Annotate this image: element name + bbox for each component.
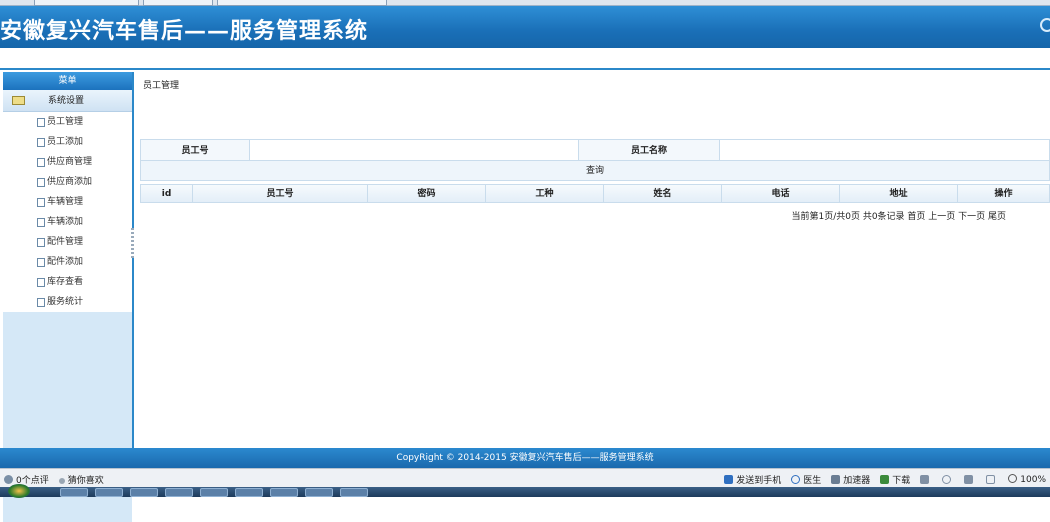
window-icon[interactable] — [964, 475, 974, 484]
column-header: id — [141, 185, 193, 202]
dot-icon — [58, 478, 65, 484]
send-to-phone-label: 发送到手机 — [736, 476, 782, 486]
column-header: 电话 — [722, 185, 840, 202]
sidebar: 菜单 系统设置 员工管理 员工添加 供应商管理 供应商添加 车辆管理 车辆添加 … — [3, 72, 134, 522]
sidebar-item-employee-manage[interactable]: 员工管理 — [3, 112, 132, 132]
zoom-level: 100% — [1020, 475, 1046, 485]
taskbar-app-button[interactable] — [235, 488, 263, 497]
search-form: 员工号 员工名称 查询 id 员工号 密码 工种 姓名 电话 地址 操作 — [140, 139, 1050, 203]
sidebar-item-label: 供应商添加 — [47, 177, 93, 187]
table-header: id 员工号 密码 工种 姓名 电话 地址 操作 — [140, 184, 1050, 203]
guess-item[interactable]: 猜你喜欢 — [58, 473, 104, 486]
download-icon — [880, 475, 890, 484]
document-icon — [37, 298, 45, 307]
translate-icon[interactable] — [920, 475, 930, 484]
document-icon — [37, 118, 45, 127]
sidebar-item-parts-add[interactable]: 配件添加 — [3, 252, 132, 272]
zoom-item[interactable]: 100% — [1008, 474, 1046, 485]
download-item[interactable]: 下载 — [880, 473, 910, 486]
breadcrumb: 员工管理 — [143, 81, 180, 91]
employee-name-input[interactable] — [719, 140, 1049, 160]
sidebar-item-inventory[interactable]: 库存查看 — [3, 272, 132, 292]
accelerator-item[interactable]: 加速器 — [831, 473, 870, 486]
employee-id-input[interactable] — [249, 140, 579, 160]
document-icon — [37, 218, 45, 227]
browser-status-bar: 0个点评 猜你喜欢 发送到手机 医生 加速器 下载 100% — [0, 468, 1050, 487]
sidebar-item-supplier-manage[interactable]: 供应商管理 — [3, 152, 132, 172]
document-icon — [37, 178, 45, 187]
comments-item[interactable]: 0个点评 — [4, 473, 49, 486]
document-icon — [37, 138, 45, 147]
sidebar-item-employee-add[interactable]: 员工添加 — [3, 132, 132, 152]
document-icon — [37, 258, 45, 267]
column-header: 密码 — [368, 185, 486, 202]
folder-icon — [12, 96, 25, 105]
taskbar-app-button[interactable] — [95, 488, 123, 497]
doctor-item[interactable]: 医生 — [791, 473, 821, 486]
menu-title: 菜单 — [3, 72, 132, 90]
phone-icon — [724, 475, 734, 484]
sidebar-group-label: 系统设置 — [48, 96, 85, 106]
query-button[interactable]: 查询 — [140, 161, 1050, 181]
document-icon — [37, 238, 45, 247]
employee-name-label: 员工名称 — [630, 146, 667, 156]
taskbar-app-button[interactable] — [270, 488, 298, 497]
sidebar-item-vehicle-manage[interactable]: 车辆管理 — [3, 192, 132, 212]
browser-icon[interactable] — [942, 475, 952, 484]
search-row: 员工号 员工名称 — [140, 139, 1050, 161]
guess-label: 猜你喜欢 — [67, 476, 104, 486]
comment-icon — [4, 475, 13, 484]
column-header: 员工号 — [193, 185, 368, 202]
magnifier-icon — [1008, 474, 1018, 483]
app-header: 安徽复兴汽车售后——服务管理系统 — [0, 6, 1050, 48]
column-header: 地址 — [840, 185, 958, 202]
footer-copyright: CopyRight © 2014-2015 安徽复兴汽车售后——服务管理系统 — [0, 448, 1050, 468]
sidebar-splitter-handle[interactable] — [131, 228, 134, 258]
taskbar-app-button[interactable] — [200, 488, 228, 497]
column-header: 操作 — [994, 189, 1013, 199]
sidebar-item-parts-manage[interactable]: 配件管理 — [3, 232, 132, 252]
document-icon — [37, 198, 45, 207]
power-icon[interactable] — [1040, 18, 1050, 32]
column-header: 姓名 — [604, 185, 722, 202]
employee-id-label: 员工号 — [181, 146, 209, 156]
document-icon — [37, 158, 45, 167]
sidebar-item-vehicle-add[interactable]: 车辆添加 — [3, 212, 132, 232]
start-button[interactable] — [8, 484, 30, 498]
speaker-icon[interactable] — [986, 475, 996, 484]
download-label: 下载 — [892, 476, 911, 486]
rocket-icon — [831, 475, 841, 484]
taskbar-app-button[interactable] — [305, 488, 333, 497]
main-content: 员工管理 员工号 员工名称 查询 id 员工号 密码 工种 姓名 电话 地址 操… — [137, 72, 1050, 448]
send-to-phone-item[interactable]: 发送到手机 — [724, 473, 781, 486]
sidebar-item-service-stats[interactable]: 服务统计 — [3, 292, 132, 312]
os-taskbar — [0, 484, 1050, 498]
accelerator-label: 加速器 — [843, 476, 871, 486]
sidebar-item-supplier-add[interactable]: 供应商添加 — [3, 172, 132, 192]
pagination[interactable]: 当前第1页/共0页 共0条记录 首页 上一页 下一页 尾页 — [791, 209, 1006, 222]
header-subbar — [0, 48, 1050, 70]
taskbar-app-button[interactable] — [130, 488, 158, 497]
sidebar-items: 员工管理 员工添加 供应商管理 供应商添加 车辆管理 车辆添加 配件管理 配件添… — [3, 112, 132, 312]
sidebar-group-system-settings[interactable]: 系统设置 — [3, 90, 132, 112]
doctor-icon — [791, 475, 801, 484]
sidebar-item-label: 供应商管理 — [47, 157, 93, 167]
taskbar-app-button[interactable] — [60, 488, 88, 497]
column-header: 工种 — [486, 185, 604, 202]
taskbar-app-button[interactable] — [165, 488, 193, 497]
doctor-label: 医生 — [803, 476, 822, 486]
document-icon — [37, 278, 45, 287]
taskbar-app-button[interactable] — [340, 488, 368, 497]
app-title: 安徽复兴汽车售后——服务管理系统 — [0, 18, 369, 44]
